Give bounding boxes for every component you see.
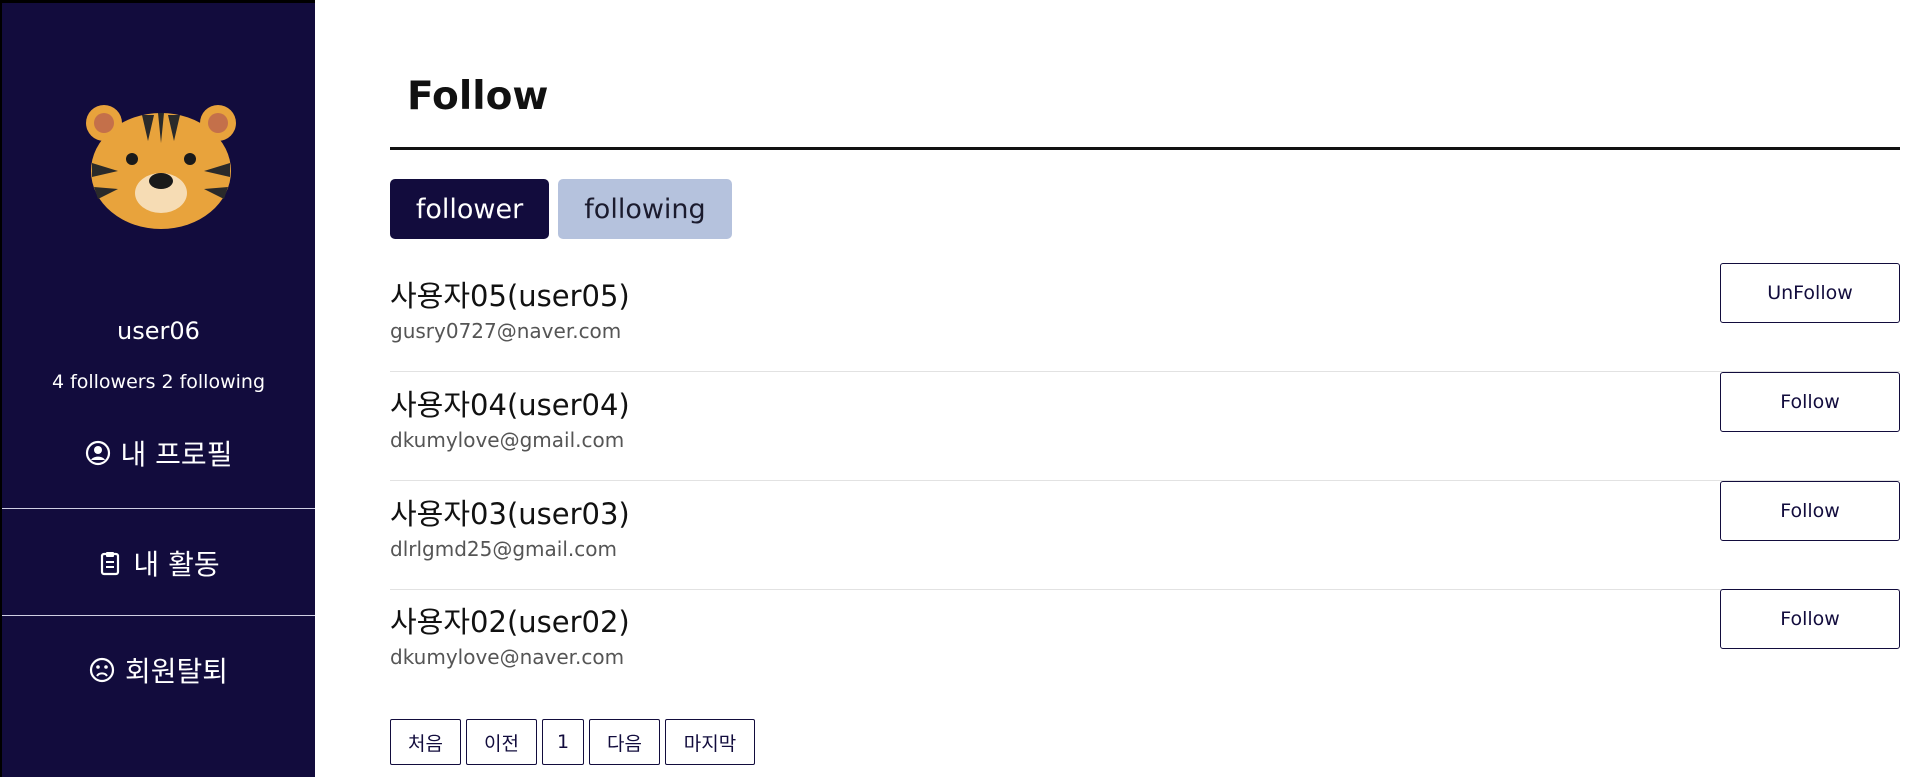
frown-icon [89,657,115,683]
tiger-avatar [86,105,236,229]
list-item: 사용자05(user05) gusry0727@naver.com UnFoll… [390,263,1900,372]
user-name: 사용자03(user03) [390,497,630,531]
tab-following[interactable]: following [558,179,732,239]
pagination: 처음 이전 1 다음 마지막 [390,719,755,765]
follow-button[interactable]: Follow [1720,481,1900,541]
following-count: 2 [161,371,174,393]
user-name: 사용자05(user05) [390,279,630,313]
followers-label: followers [70,371,156,393]
prev-page-button[interactable]: 이전 [466,719,537,765]
menu-withdraw[interactable]: 회원탈퇴 [2,616,315,723]
main-content: Follow follower following 사용자05(user05) … [390,0,1900,777]
follow-button[interactable]: Follow [1720,589,1900,649]
user-name: 사용자02(user02) [390,605,630,639]
followers-count: 4 [51,371,65,393]
menu-label: 회원탈퇴 [124,654,229,688]
first-page-button[interactable]: 처음 [390,719,461,765]
user-name: 사용자04(user04) [390,388,630,422]
username: user06 [117,317,200,345]
page-1-button[interactable]: 1 [542,719,584,765]
tab-follower[interactable]: follower [390,179,549,239]
list-item: 사용자03(user03) dlrlgmd25@gmail.com Follow [390,481,1900,590]
user-email: dlrlgmd25@gmail.com [390,537,617,561]
list-item: 사용자02(user02) dkumylove@naver.com Follow [390,589,1900,698]
user-email: dkumylove@gmail.com [390,428,625,452]
sidebar: user06 4 followers 2 following 내 프로필 내 활동 회… [0,0,315,777]
next-page-button[interactable]: 다음 [589,719,660,765]
user-circle-icon [85,440,111,466]
list-item: 사용자04(user04) dkumylove@gmail.com Follow [390,372,1900,481]
menu-my-profile[interactable]: 내 프로필 [2,399,315,506]
unfollow-button[interactable]: UnFollow [1720,263,1900,323]
clipboard-icon [97,550,123,576]
menu-label: 내 프로필 [120,437,233,471]
title-divider [390,147,1900,150]
page-title: Follow [407,74,549,119]
follow-button[interactable]: Follow [1720,372,1900,432]
last-page-button[interactable]: 마지막 [665,719,755,765]
following-label: following [179,371,266,393]
follow-stats: 4 followers 2 following [2,371,315,393]
user-email: gusry0727@naver.com [390,319,622,343]
menu-label: 내 활동 [133,547,220,581]
user-email: dkumylove@naver.com [390,645,625,669]
menu-my-activity[interactable]: 내 활동 [2,509,315,616]
